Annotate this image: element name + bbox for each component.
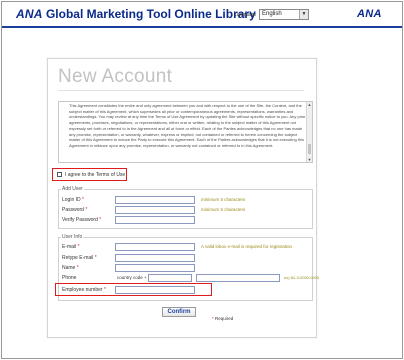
- required-mark: *: [76, 265, 79, 271]
- language-value: English: [262, 11, 282, 17]
- phone-input[interactable]: [196, 274, 280, 282]
- country-code-input[interactable]: [148, 274, 192, 282]
- name-label: Name *: [62, 265, 79, 271]
- chevron-down-icon: ▼: [299, 10, 308, 19]
- required-mark: *: [85, 207, 88, 213]
- country-code-label: country code +: [117, 275, 147, 280]
- employee-number-input[interactable]: [115, 286, 195, 294]
- password-input[interactable]: [115, 206, 195, 214]
- required-note: * Required: [212, 316, 233, 321]
- confirm-button[interactable]: Confirm: [162, 307, 196, 317]
- phone-label: Phone: [62, 275, 77, 281]
- verify-password-text: Verify Password: [62, 217, 98, 223]
- brand-title: ANA Global Marketing Tool Online Library: [16, 8, 256, 21]
- confirm-label: Confirm: [167, 309, 191, 315]
- scroll-thumb[interactable]: [308, 144, 311, 154]
- brand-ana: ANA: [16, 7, 43, 21]
- required-mark: *: [103, 287, 106, 293]
- name-input[interactable]: [115, 264, 195, 272]
- retype-email-text: Retype E-mail: [62, 255, 94, 261]
- required-mark: *: [77, 244, 80, 250]
- password-label: Password *: [62, 207, 87, 213]
- agree-checkbox[interactable]: [57, 172, 62, 177]
- header-rule: [2, 26, 402, 28]
- phone-hint: ex) 81-3-0000-0000: [284, 275, 320, 280]
- password-hint: minimum 6 characters: [201, 207, 246, 212]
- retype-email-input[interactable]: [115, 254, 195, 262]
- email-text: E-mail: [62, 244, 77, 250]
- scroll-up-icon[interactable]: ▲: [307, 102, 312, 107]
- login-id-text: Login ID: [62, 197, 81, 203]
- ana-logo: ANA: [357, 8, 382, 20]
- verify-password-label: Verify Password *: [62, 217, 101, 223]
- terms-box[interactable]: This Agreement constitutes the entire an…: [58, 101, 313, 163]
- required-mark: *: [82, 197, 84, 203]
- required-mark: *: [99, 217, 102, 223]
- add-user-legend: Add User: [61, 186, 84, 192]
- terms-scrollbar[interactable]: ▲ ▼: [306, 102, 312, 162]
- employee-number-label: Employee number *: [62, 287, 106, 293]
- required-note-text: Required: [215, 316, 234, 321]
- login-id-label: Login ID *: [62, 197, 84, 203]
- terms-text: This Agreement constitutes the entire an…: [69, 103, 306, 148]
- retype-email-label: Retype E-mail *: [62, 255, 97, 261]
- agree-label: I agree to the Terms of Use: [65, 172, 126, 178]
- email-input[interactable]: [115, 243, 195, 251]
- language-label: Language: [234, 12, 257, 18]
- employee-number-text: Employee number: [62, 287, 103, 293]
- scroll-down-icon[interactable]: ▼: [307, 157, 312, 162]
- login-id-input[interactable]: [115, 196, 195, 204]
- verify-password-input[interactable]: [115, 216, 195, 224]
- required-mark: *: [94, 255, 97, 261]
- name-text: Name: [62, 265, 76, 271]
- email-label: E-mail *: [62, 244, 80, 250]
- password-text: Password: [62, 207, 84, 213]
- language-select[interactable]: English ▼: [259, 9, 309, 20]
- required-mark: *: [212, 316, 214, 321]
- user-info-legend: User Info: [61, 234, 84, 240]
- login-id-hint: minimum 5 characters: [201, 197, 246, 202]
- page-title: New Account: [58, 66, 173, 87]
- header: ANA Global Marketing Tool Online Library…: [2, 2, 402, 26]
- brand-title-text: Global Marketing Tool Online Library: [45, 7, 256, 21]
- title-divider: [58, 90, 304, 91]
- email-hint: A valid inbox e-mail is required for reg…: [201, 244, 293, 249]
